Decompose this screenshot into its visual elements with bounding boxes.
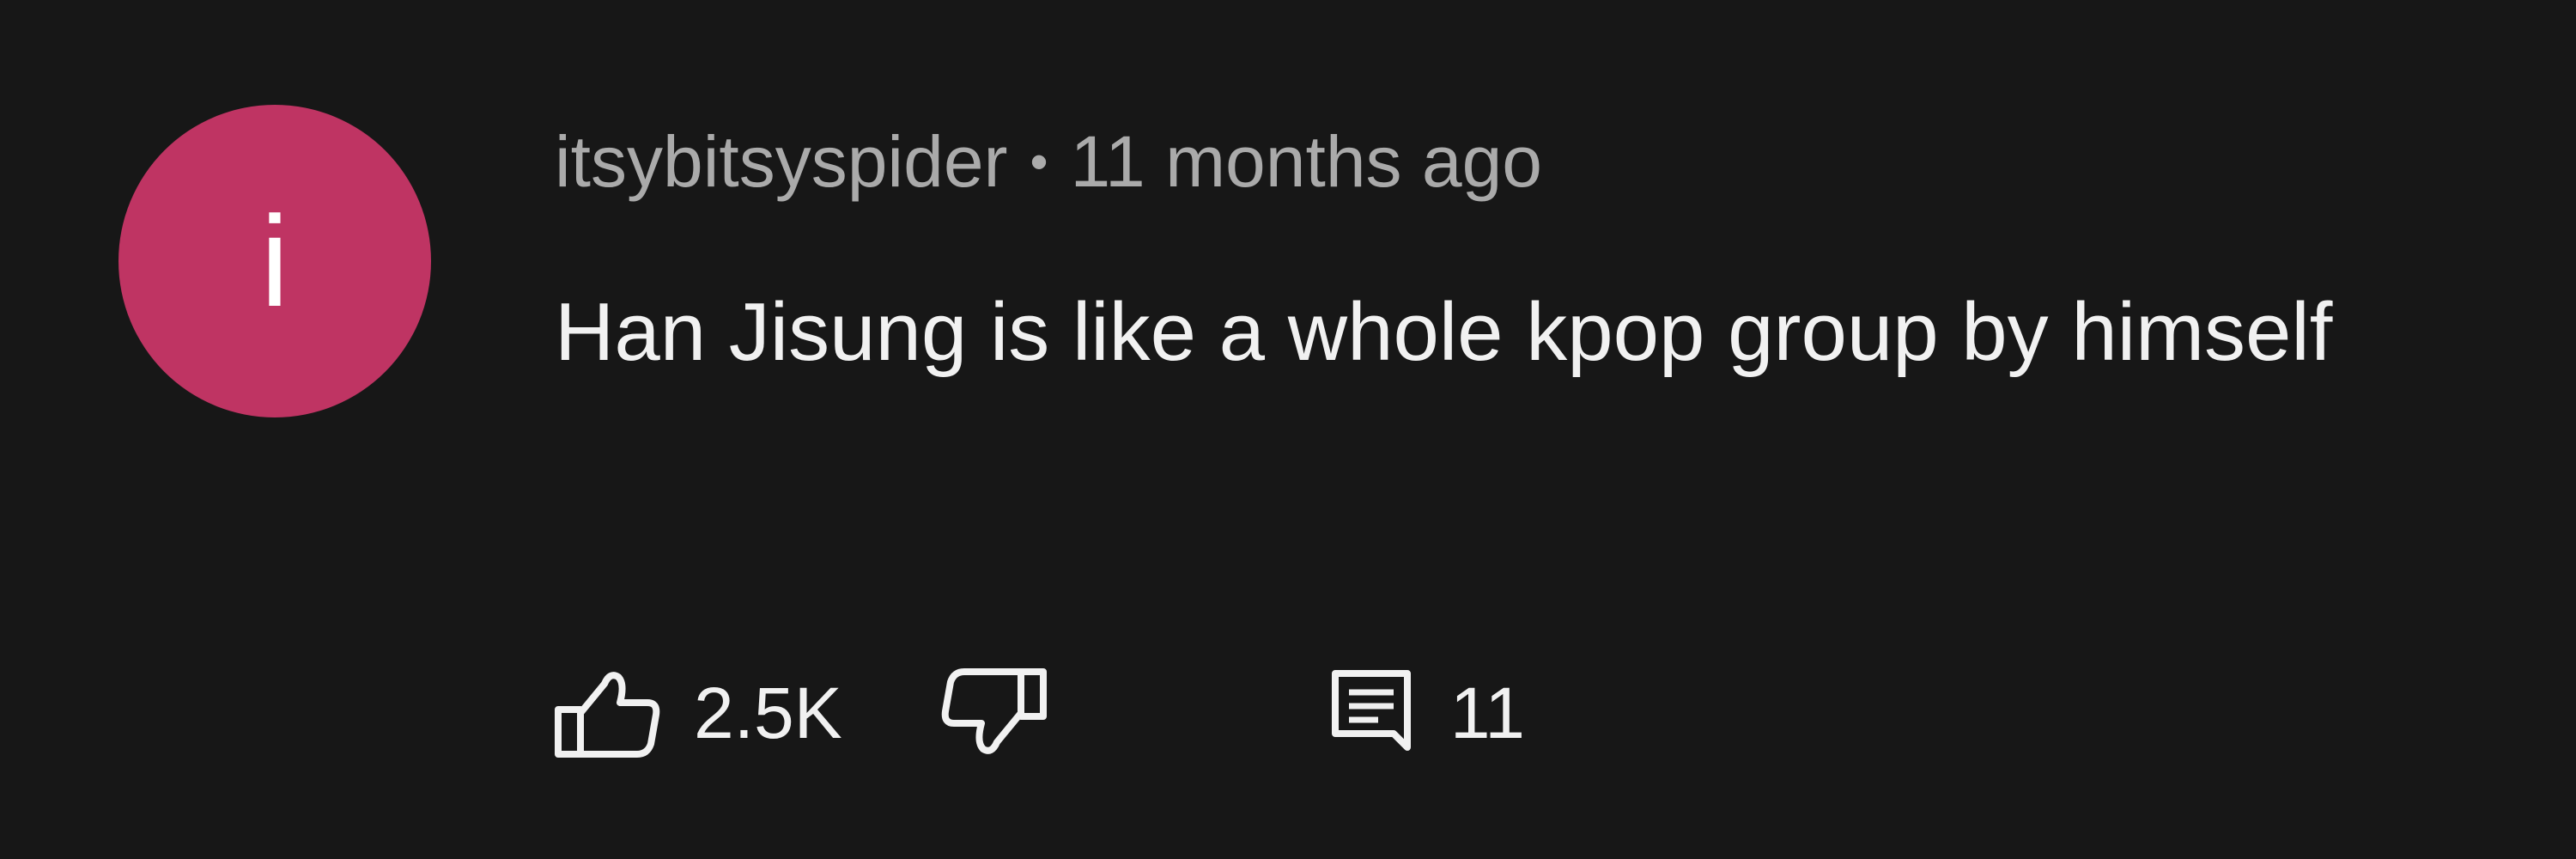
reply-button[interactable]: 11	[1330, 668, 1525, 758]
thumbs-down-icon	[941, 668, 1047, 754]
comment-text: Han Jisung is like a whole kpop group by…	[555, 286, 2333, 378]
meta-separator: •	[1030, 132, 1048, 191]
comment-meta: itsybitsyspider • 11 months ago	[555, 119, 1542, 204]
avatar[interactable]: i	[118, 105, 431, 417]
dislike-button[interactable]	[939, 668, 1047, 758]
reply-count: 11	[1449, 672, 1526, 753]
comment-actions: 2.5K 11	[555, 661, 1525, 765]
comment-timestamp[interactable]: 11 months ago	[1071, 120, 1543, 204]
like-count: 2.5K	[694, 672, 842, 753]
author-name[interactable]: itsybitsyspider	[555, 120, 1008, 204]
thumbs-up-icon	[555, 672, 660, 758]
comment-icon	[1331, 670, 1411, 751]
like-button[interactable]: 2.5K	[555, 668, 842, 758]
avatar-initial: i	[260, 189, 289, 333]
comment-card: i itsybitsyspider • 11 months ago Han Ji…	[0, 0, 2576, 859]
